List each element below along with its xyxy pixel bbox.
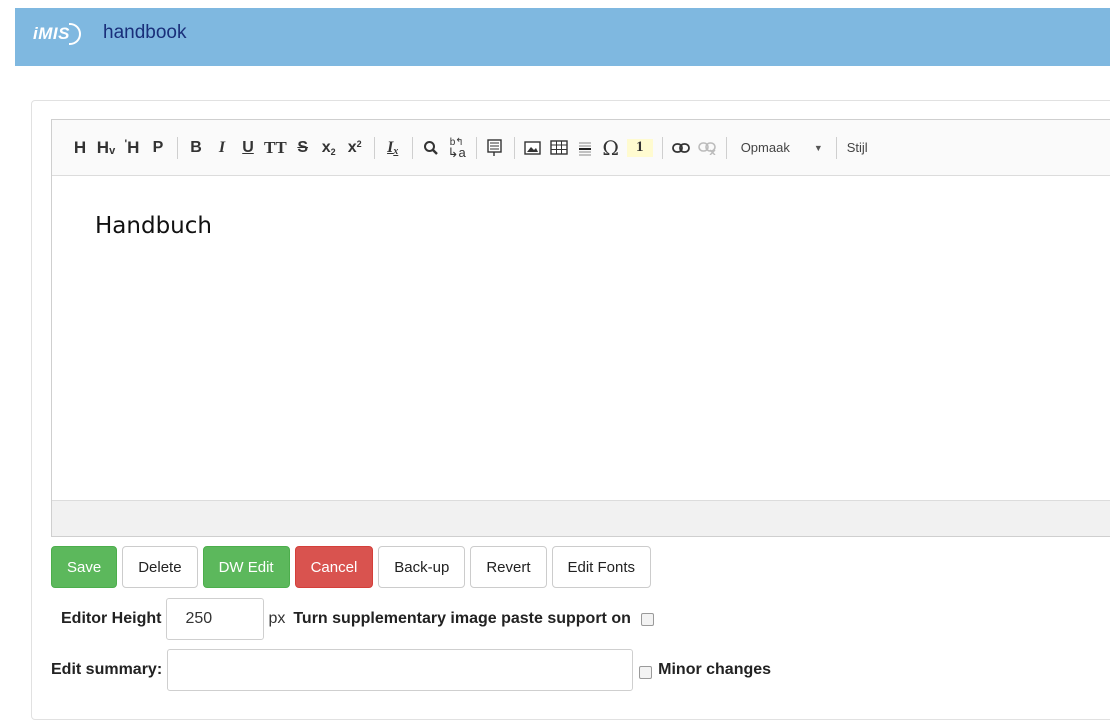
toolbar-separator	[373, 136, 375, 159]
logo-arc-icon	[68, 23, 81, 45]
style-dropdown[interactable]: Stijl	[845, 136, 868, 160]
template-icon[interactable]	[485, 136, 505, 160]
small-caps-icon[interactable]: TT	[264, 136, 287, 160]
edit-summary-row: Edit summary: Minor changes	[51, 648, 771, 692]
toolbar-separator	[513, 136, 515, 159]
paragraph-icon[interactable]: P	[148, 136, 168, 160]
save-button[interactable]: Save	[51, 546, 118, 588]
editor-height-label: Editor Height	[61, 610, 162, 627]
format-dropdown[interactable]: Opmaak ▼	[735, 136, 833, 160]
header-banner: iMIS handbook	[15, 8, 1110, 66]
minor-changes-checkbox[interactable]	[639, 665, 653, 679]
image-paste-checkbox[interactable]	[640, 612, 654, 626]
edit-fonts-button[interactable]: Edit Fonts	[551, 546, 652, 588]
editor-content-text[interactable]: Handbuch	[95, 213, 212, 239]
unlink-icon[interactable]	[697, 136, 717, 160]
editor-toolbar: H Hv ' H P B I U TT S x2 x2 Ix b↰ ↳a Ω 1…	[52, 120, 1110, 176]
remove-format-icon[interactable]: Ix	[383, 136, 403, 160]
toolbar-separator	[475, 136, 477, 159]
delete-button[interactable]: Delete	[122, 546, 198, 588]
underline-icon[interactable]: U	[238, 136, 258, 160]
backup-button[interactable]: Back-up	[378, 546, 466, 588]
style-dropdown-label: Stijl	[846, 140, 868, 155]
rich-text-editor: H Hv ' H P B I U TT S x2 x2 Ix b↰ ↳a Ω 1…	[51, 119, 1110, 537]
toolbar-separator	[411, 136, 413, 159]
imis-logo[interactable]: iMIS	[33, 21, 81, 47]
toolbar-separator	[661, 136, 663, 159]
superscript-icon[interactable]: x2	[345, 136, 365, 160]
heading-3-icon[interactable]: ' H	[122, 136, 142, 160]
horizontal-rule-icon[interactable]	[575, 136, 595, 160]
bold-icon[interactable]: B	[186, 136, 206, 160]
editor-height-row: Editor Height px Turn supplementary imag…	[61, 597, 654, 641]
toolbar-separator	[835, 136, 837, 159]
revert-button[interactable]: Revert	[470, 546, 547, 588]
cancel-button[interactable]: Cancel	[294, 546, 374, 588]
top-bar: iMIS handbook	[0, 0, 1110, 66]
heading-1-icon[interactable]: H	[70, 136, 90, 160]
italic-icon[interactable]: I	[212, 136, 232, 160]
replace-icon[interactable]: b↰ ↳a	[447, 136, 467, 160]
heading-2-icon[interactable]: Hv	[96, 136, 116, 160]
editor-height-input[interactable]	[166, 598, 265, 640]
format-dropdown-label: Opmaak	[740, 140, 790, 155]
chevron-down-icon: ▼	[813, 142, 823, 153]
editor-status-bar	[52, 500, 1110, 536]
table-icon[interactable]	[549, 136, 569, 160]
image-paste-label: Turn supplementary image paste support o…	[293, 610, 631, 627]
toolbar-separator	[177, 136, 178, 159]
edit-summary-input[interactable]	[167, 649, 634, 691]
action-buttons: Save Delete DW Edit Cancel Back-up Rever…	[51, 546, 656, 588]
link-icon[interactable]	[671, 136, 691, 160]
find-icon[interactable]	[421, 136, 441, 160]
toolbar-separator	[725, 136, 727, 159]
special-char-icon[interactable]: Ω	[601, 136, 621, 160]
subscript-icon[interactable]: x2	[319, 136, 339, 160]
minor-changes-label: Minor changes	[658, 661, 772, 678]
px-unit-label: px	[268, 610, 286, 627]
image-icon[interactable]	[523, 136, 543, 160]
strikethrough-icon[interactable]: S	[293, 136, 313, 160]
brand-title[interactable]: handbook	[103, 22, 186, 44]
editor-content-area[interactable]: Handbuch	[52, 177, 1110, 501]
logo-text: iMIS	[33, 24, 70, 43]
edit-summary-label: Edit summary:	[51, 661, 163, 678]
footnote-icon[interactable]: 1	[626, 138, 653, 157]
dw-edit-button[interactable]: DW Edit	[202, 546, 290, 588]
